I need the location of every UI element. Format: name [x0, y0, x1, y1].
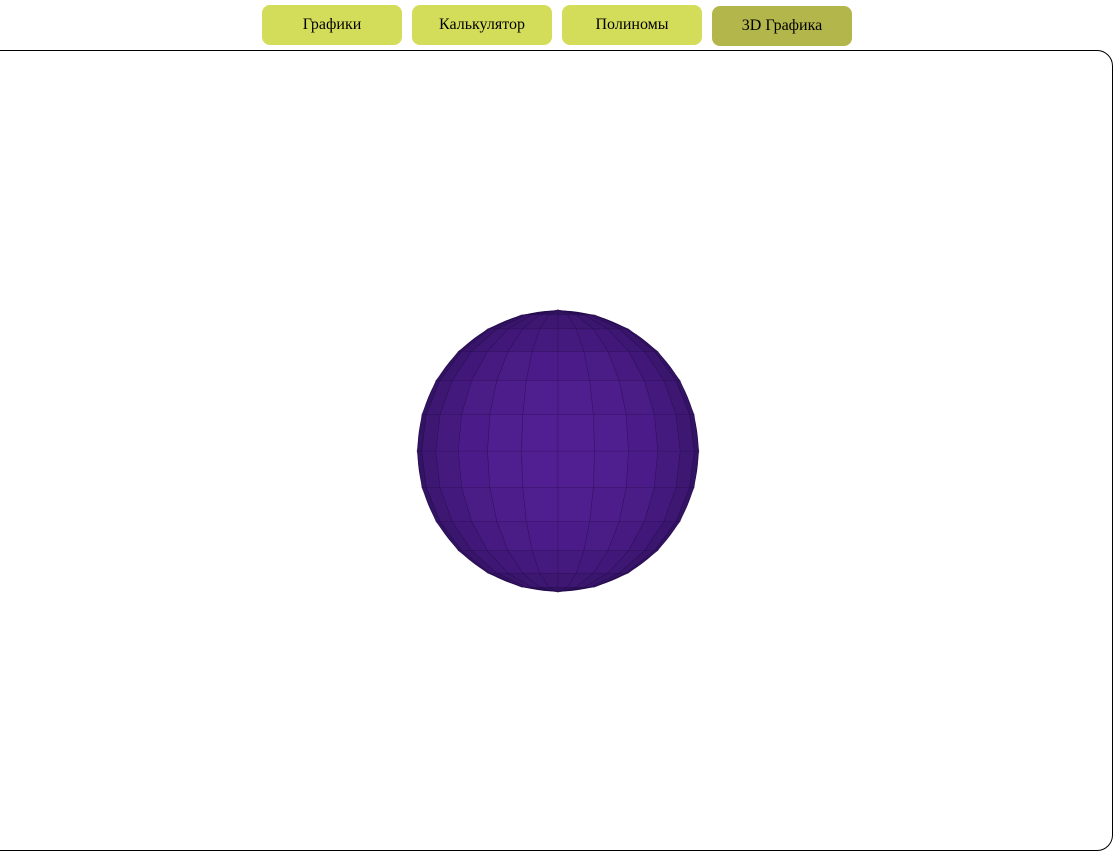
- sphere-facet: [435, 414, 463, 452]
- sphere-facet: [457, 414, 491, 452]
- sphere-facet: [592, 450, 629, 488]
- sphere-facet: [557, 487, 594, 522]
- sphere-facet: [487, 414, 524, 452]
- sphere-facet: [557, 450, 595, 488]
- sphere-facet: [526, 521, 559, 552]
- sphere-facet: [557, 414, 595, 452]
- sphere-facet: [526, 350, 559, 381]
- sphere-facet: [435, 450, 463, 488]
- sphere-facet: [521, 450, 559, 488]
- sphere-facet: [625, 414, 659, 452]
- sphere-facet: [557, 380, 594, 415]
- sphere-facet: [522, 380, 559, 415]
- sphere-facet: [592, 414, 629, 452]
- sphere-facet: [653, 450, 681, 488]
- sphere-facet: [557, 521, 590, 552]
- tab-polynomials[interactable]: Полиномы: [562, 5, 702, 45]
- sphere-facet: [521, 414, 559, 452]
- sphere-facet: [457, 450, 491, 488]
- sphere-facet: [653, 414, 681, 452]
- 3d-canvas[interactable]: [0, 50, 1113, 851]
- sphere-facet: [557, 350, 590, 381]
- sphere-facet: [487, 450, 524, 488]
- tab-graphs[interactable]: Графики: [262, 5, 402, 45]
- tab-calculator[interactable]: Калькулятор: [412, 5, 552, 45]
- tab-bar: Графики Калькулятор Полиномы 3D Графика: [262, 5, 852, 46]
- sphere-facet: [522, 487, 559, 522]
- sphere-render[interactable]: [0, 51, 1113, 851]
- sphere-facet: [625, 450, 659, 488]
- tab-3d-graphics[interactable]: 3D Графика: [712, 6, 852, 46]
